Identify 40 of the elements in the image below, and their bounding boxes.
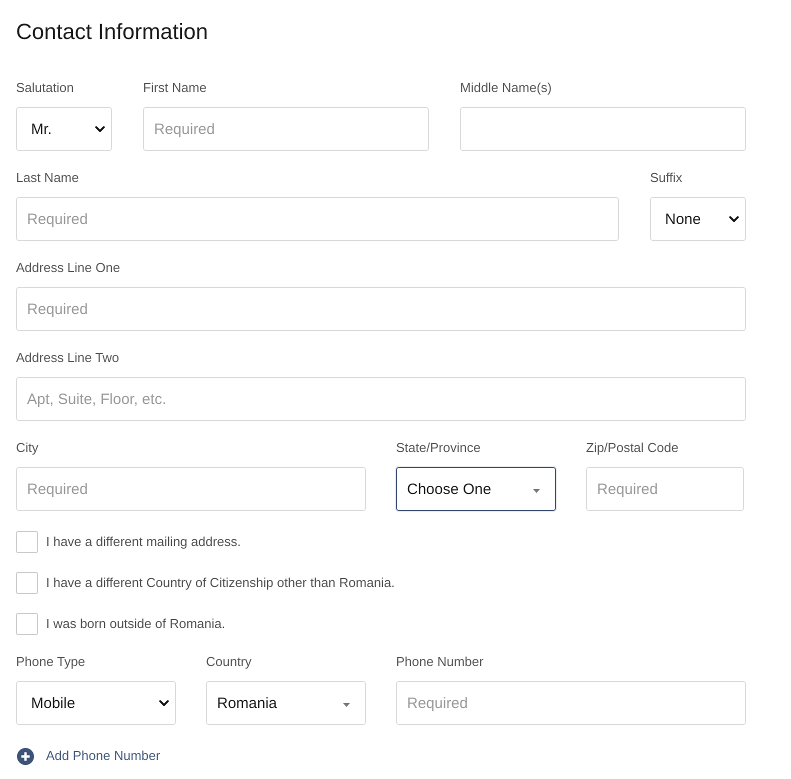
checkbox[interactable]: [16, 572, 38, 594]
input-field[interactable]: Required: [16, 287, 746, 331]
chevron-down-icon: [729, 216, 739, 222]
checkbox-label: I was born outside of Romania.: [46, 615, 226, 633]
field-label: First Name: [143, 79, 207, 97]
caret-down-icon: [533, 488, 540, 492]
checkbox-label: I have a different mailing address.: [46, 533, 241, 551]
select-field[interactable]: Mobile: [16, 681, 176, 725]
field-label: City: [16, 439, 38, 457]
chevron-down-icon: [159, 700, 169, 706]
field-label: Address Line One: [16, 259, 120, 277]
select-field[interactable]: None: [650, 197, 746, 241]
input-field[interactable]: [460, 107, 746, 151]
add-phone-button[interactable]: Add Phone Number: [16, 747, 160, 765]
caret-down-icon: [343, 702, 350, 706]
input-field[interactable]: Required: [16, 197, 619, 241]
field-label: Address Line Two: [16, 349, 120, 367]
checkbox[interactable]: [16, 613, 38, 635]
field-label: Zip/Postal Code: [586, 439, 678, 457]
page-title: Contact Information: [16, 19, 208, 45]
input-field[interactable]: Required: [396, 681, 746, 725]
input-field[interactable]: Required: [16, 467, 366, 511]
checkbox[interactable]: [16, 531, 38, 553]
checkbox-label: I have a different Country of Citizenship other than Romania.: [46, 574, 395, 592]
field-label: Suffix: [650, 169, 682, 187]
select-field[interactable]: Mr.: [16, 107, 112, 151]
field-label: Country: [206, 653, 252, 671]
field-label: Phone Number: [396, 653, 484, 671]
input-field[interactable]: Required: [586, 467, 744, 511]
field-label: Salutation: [16, 79, 74, 97]
dropdown-field[interactable]: Romania: [206, 681, 366, 725]
field-label: State/Province: [396, 439, 481, 457]
field-label: Middle Name(s): [460, 79, 552, 97]
field-label: Phone Type: [16, 653, 86, 671]
input-field[interactable]: Apt, Suite, Floor, etc.: [16, 377, 746, 421]
plus-circle-icon: [17, 748, 34, 764]
dropdown-field[interactable]: Choose One: [396, 467, 556, 511]
field-label: Last Name: [16, 169, 79, 187]
chevron-down-icon: [95, 126, 105, 132]
input-field[interactable]: Required: [143, 107, 429, 151]
